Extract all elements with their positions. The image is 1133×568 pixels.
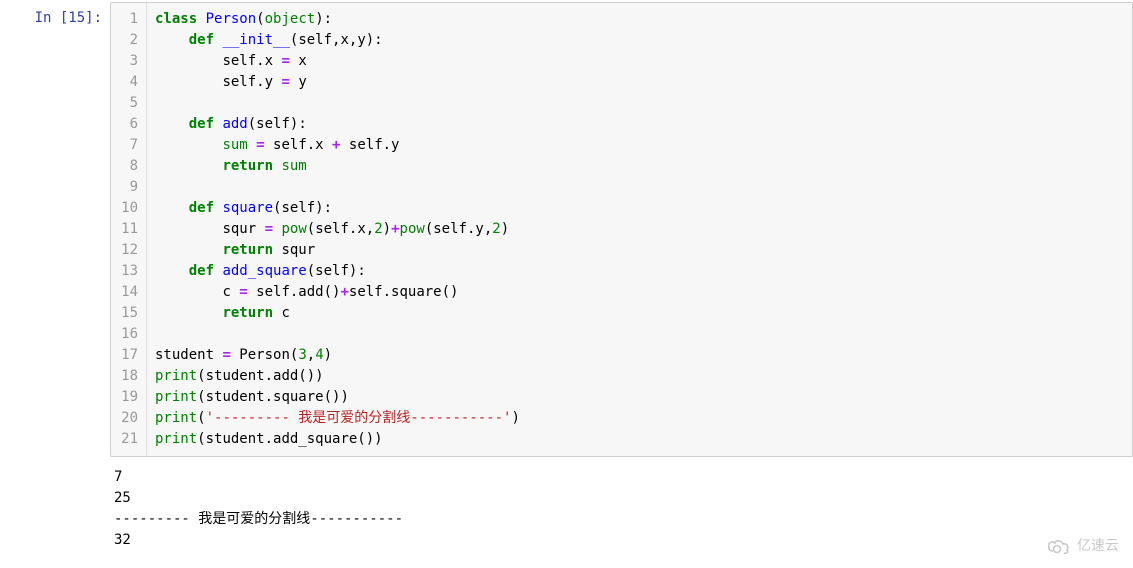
code-content[interactable]: class Person(object): def __init__(self,…	[147, 3, 1132, 456]
output-cell: 7 25 --------- 我是可爱的分割线----------- 32	[0, 463, 1133, 555]
line-number: 11	[111, 219, 138, 240]
line-number: 13	[111, 261, 138, 282]
code-line[interactable]: print(student.square())	[155, 387, 1124, 408]
code-line[interactable]	[155, 93, 1124, 114]
code-line[interactable]: return c	[155, 303, 1124, 324]
line-number: 14	[111, 282, 138, 303]
output-line: 32	[114, 532, 131, 548]
watermark-text: 亿速云	[1077, 535, 1119, 556]
code-line[interactable]: self.y = y	[155, 72, 1124, 93]
prompt-label: In [15]:	[35, 10, 102, 26]
code-line[interactable]: sum = self.x + self.y	[155, 135, 1124, 156]
watermark: 亿速云	[1045, 535, 1119, 556]
line-number: 17	[111, 345, 138, 366]
line-number: 20	[111, 408, 138, 429]
line-number: 8	[111, 156, 138, 177]
line-number: 10	[111, 198, 138, 219]
line-number-gutter: 1 2 3 4 5 6 7 8 9 10 11 12 13 14 15 16 1…	[111, 3, 147, 456]
line-number: 6	[111, 114, 138, 135]
line-number: 4	[111, 72, 138, 93]
output-line: --------- 我是可爱的分割线-----------	[114, 511, 403, 527]
line-number: 15	[111, 303, 138, 324]
line-number: 19	[111, 387, 138, 408]
line-number: 7	[111, 135, 138, 156]
line-number: 3	[111, 51, 138, 72]
output-line: 25	[114, 490, 131, 506]
line-number: 5	[111, 93, 138, 114]
code-line[interactable]: print('--------- 我是可爱的分割线-----------')	[155, 408, 1124, 429]
code-line[interactable]: self.x = x	[155, 51, 1124, 72]
output-line: 7	[114, 469, 122, 485]
line-number: 21	[111, 429, 138, 450]
code-line[interactable]: def square(self):	[155, 198, 1124, 219]
code-line[interactable]: class Person(object):	[155, 9, 1124, 30]
code-line[interactable]: def add_square(self):	[155, 261, 1124, 282]
line-number: 2	[111, 30, 138, 51]
line-number: 12	[111, 240, 138, 261]
code-line[interactable]: def add(self):	[155, 114, 1124, 135]
code-cell: In [15]: 1 2 3 4 5 6 7 8 9 10 11 12 13 1…	[0, 2, 1133, 457]
code-line[interactable]	[155, 324, 1124, 345]
code-line[interactable]	[155, 177, 1124, 198]
cloud-icon	[1045, 537, 1073, 555]
code-line[interactable]: def __init__(self,x,y):	[155, 30, 1124, 51]
input-prompt: In [15]:	[0, 2, 110, 29]
output-text: 7 25 --------- 我是可爱的分割线----------- 32	[110, 463, 1133, 555]
code-line[interactable]: student = Person(3,4)	[155, 345, 1124, 366]
code-line[interactable]: return sum	[155, 156, 1124, 177]
code-editor[interactable]: 1 2 3 4 5 6 7 8 9 10 11 12 13 14 15 16 1…	[110, 2, 1133, 457]
line-number: 16	[111, 324, 138, 345]
line-number: 1	[111, 9, 138, 30]
line-number: 18	[111, 366, 138, 387]
code-line[interactable]: c = self.add()+self.square()	[155, 282, 1124, 303]
line-number: 9	[111, 177, 138, 198]
code-line[interactable]: print(student.add())	[155, 366, 1124, 387]
code-line[interactable]: print(student.add_square())	[155, 429, 1124, 450]
code-line[interactable]: return squr	[155, 240, 1124, 261]
code-line[interactable]: squr = pow(self.x,2)+pow(self.y,2)	[155, 219, 1124, 240]
